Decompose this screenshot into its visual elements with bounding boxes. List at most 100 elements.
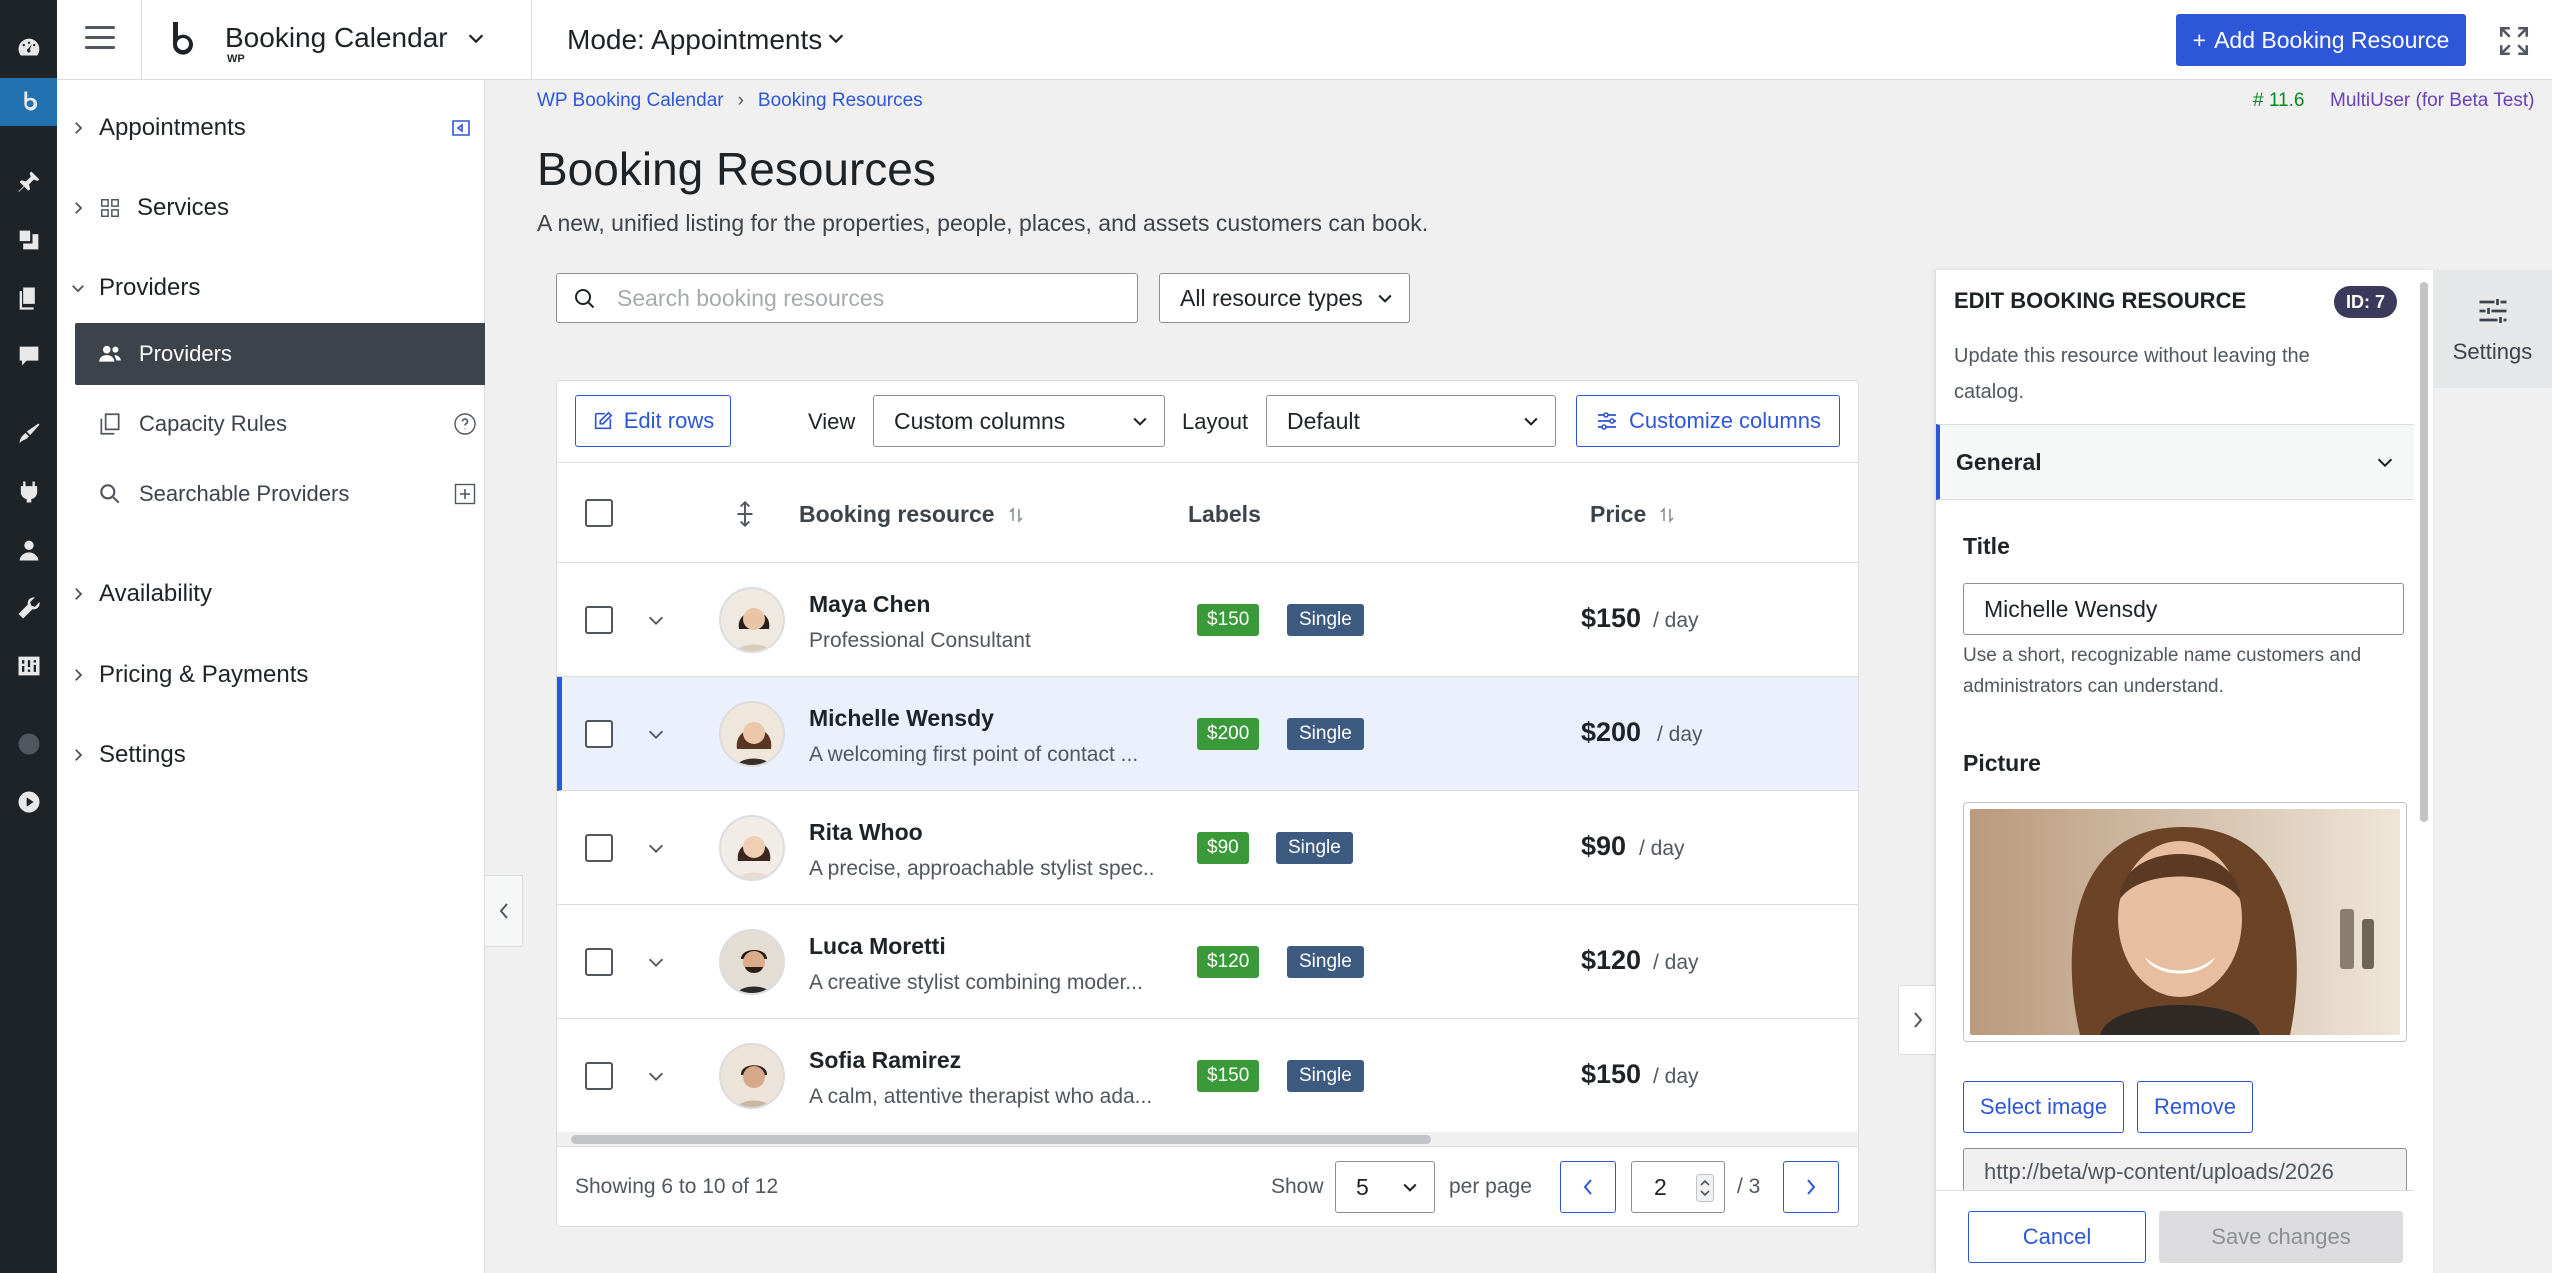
table-row[interactable]: Luca Moretti A creative stylist combinin… bbox=[557, 905, 1858, 1019]
sidebar-item-providers[interactable]: Providers bbox=[75, 323, 485, 385]
version-label: # 11.6 bbox=[2253, 90, 2305, 111]
breadcrumb-root-link[interactable]: WP Booking Calendar bbox=[537, 90, 724, 112]
per-page-select[interactable]: 5 bbox=[1335, 1161, 1435, 1213]
horizontal-scrollbar[interactable] bbox=[557, 1132, 1858, 1146]
sidebar-group-settings[interactable]: Settings bbox=[57, 725, 485, 785]
collapse-sidebar-icon[interactable] bbox=[449, 116, 473, 140]
brand-chevron-down-icon[interactable] bbox=[465, 27, 487, 49]
pin-icon[interactable] bbox=[0, 158, 57, 206]
chevron-down-icon[interactable] bbox=[645, 609, 667, 631]
row-checkbox[interactable] bbox=[585, 948, 613, 976]
resource-description: A precise, approachable stylist spec... bbox=[809, 857, 1154, 880]
chevron-right-icon bbox=[75, 122, 83, 134]
resource-name[interactable]: Rita Whoo bbox=[809, 819, 923, 846]
copy-icon bbox=[100, 413, 120, 435]
remove-image-button[interactable]: Remove bbox=[2137, 1081, 2253, 1133]
table-row[interactable]: Rita Whoo A precise, approachable stylis… bbox=[557, 791, 1858, 905]
tools-icon[interactable] bbox=[0, 584, 57, 632]
row-checkbox[interactable] bbox=[585, 720, 613, 748]
title-field[interactable] bbox=[1963, 583, 2404, 635]
appearance-icon[interactable] bbox=[0, 410, 57, 458]
sidebar-collapse-toggle[interactable] bbox=[485, 875, 523, 947]
add-icon[interactable] bbox=[453, 482, 477, 506]
previous-page-button[interactable] bbox=[1560, 1161, 1616, 1213]
resource-name[interactable]: Luca Moretti bbox=[809, 933, 946, 960]
stepper-icon[interactable] bbox=[1696, 1174, 1714, 1202]
mode-chevron-down-icon[interactable] bbox=[825, 27, 847, 49]
image-url-field[interactable]: http://beta/wp-content/uploads/2026 bbox=[1963, 1148, 2407, 1194]
next-page-button[interactable] bbox=[1783, 1161, 1839, 1213]
mode-selector[interactable]: Mode: Appointments bbox=[567, 24, 822, 56]
general-section-toggle[interactable]: General bbox=[1936, 424, 2414, 500]
comments-icon[interactable] bbox=[0, 332, 57, 380]
help-icon[interactable] bbox=[453, 412, 477, 436]
chevron-right-icon bbox=[75, 669, 83, 681]
media-icon[interactable] bbox=[0, 216, 57, 264]
select-image-button[interactable]: Select image bbox=[1963, 1081, 2124, 1133]
panel-collapse-toggle[interactable] bbox=[1898, 985, 1936, 1055]
row-checkbox[interactable] bbox=[585, 606, 613, 634]
type-badge: Single bbox=[1287, 946, 1364, 978]
panel-scrollbar[interactable] bbox=[2420, 282, 2428, 822]
type-badge: Single bbox=[1287, 718, 1364, 750]
sidebar-group-providers[interactable]: Providers bbox=[57, 258, 485, 318]
add-booking-resource-button[interactable]: + Add Booking Resource bbox=[2176, 14, 2466, 66]
table-row[interactable]: Maya Chen Professional Consultant $150 S… bbox=[557, 563, 1858, 677]
price-value: $150 bbox=[1581, 1059, 1642, 1089]
table-row[interactable]: Michelle Wensdy A welcoming first point … bbox=[557, 677, 1858, 791]
sidebar-group-pricing[interactable]: Pricing & Payments bbox=[57, 645, 485, 705]
fullscreen-icon[interactable] bbox=[2497, 24, 2531, 58]
resource-name[interactable]: Sofia Ramirez bbox=[809, 1047, 961, 1074]
search-input[interactable] bbox=[617, 282, 1117, 314]
column-header-resource[interactable]: Booking resource bbox=[799, 501, 1025, 528]
chevron-down-icon[interactable] bbox=[645, 951, 667, 973]
globe-icon[interactable] bbox=[0, 720, 57, 768]
sidebar-group-appointments[interactable]: Appointments bbox=[57, 98, 485, 158]
chevron-down-icon[interactable] bbox=[645, 1065, 667, 1087]
save-changes-button[interactable]: Save changes bbox=[2159, 1211, 2403, 1263]
page-title: Booking Resources bbox=[537, 143, 936, 195]
sidebar-group-availability[interactable]: Availability bbox=[57, 564, 485, 624]
page-number-input[interactable]: 2 bbox=[1631, 1161, 1725, 1213]
select-all-checkbox[interactable] bbox=[585, 499, 613, 527]
resource-description: A calm, attentive therapist who ada... bbox=[809, 1085, 1153, 1108]
layout-select[interactable]: Default bbox=[1266, 395, 1556, 447]
users-icon[interactable] bbox=[0, 526, 57, 574]
settings-sliders-icon[interactable] bbox=[0, 642, 57, 690]
price-value: $200 bbox=[1581, 717, 1642, 747]
play-icon[interactable] bbox=[0, 778, 57, 826]
sidebar-group-services[interactable]: Services bbox=[57, 178, 485, 238]
breadcrumb-current-link[interactable]: Booking Resources bbox=[758, 90, 923, 112]
table-toolbar: Edit rows View Custom columns Layout Def… bbox=[557, 381, 1858, 463]
booking-calendar-icon[interactable] bbox=[0, 78, 57, 126]
edit-rows-button[interactable]: Edit rows bbox=[575, 395, 731, 447]
view-select[interactable]: Custom columns bbox=[873, 395, 1165, 447]
chevron-down-icon[interactable] bbox=[645, 837, 667, 859]
view-label: View bbox=[808, 409, 856, 434]
customize-columns-button[interactable]: Customize columns bbox=[1576, 395, 1840, 447]
picture-label: Picture bbox=[1963, 750, 2041, 776]
dashboard-icon[interactable] bbox=[0, 24, 57, 72]
resource-name[interactable]: Maya Chen bbox=[809, 591, 930, 618]
panel-subtitle: Update this resource without leaving the… bbox=[1954, 345, 2310, 403]
scrollbar-thumb[interactable] bbox=[571, 1135, 1431, 1144]
cancel-button[interactable]: Cancel bbox=[1968, 1211, 2146, 1263]
table-row[interactable]: Sofia Ramirez A calm, attentive therapis… bbox=[557, 1019, 1858, 1133]
menu-icon[interactable] bbox=[85, 26, 115, 52]
row-checkbox[interactable] bbox=[585, 834, 613, 862]
sidebar-item-searchable-providers[interactable]: Searchable Providers bbox=[75, 463, 485, 525]
sidebar-item-capacity-rules[interactable]: Capacity Rules bbox=[75, 393, 485, 455]
settings-tab[interactable]: Settings bbox=[2433, 270, 2552, 388]
brand-name[interactable]: Booking Calendar bbox=[225, 22, 448, 54]
chevron-down-icon[interactable] bbox=[645, 723, 667, 745]
column-header-price[interactable]: Price bbox=[1590, 501, 1676, 528]
price-unit: / day bbox=[1653, 951, 1699, 974]
row-checkbox[interactable] bbox=[585, 1062, 613, 1090]
edition-link[interactable]: MultiUser (for Beta Test) bbox=[2330, 90, 2534, 112]
type-badge: Single bbox=[1287, 1060, 1364, 1092]
resource-name[interactable]: Michelle Wensdy bbox=[809, 705, 994, 732]
plugins-icon[interactable] bbox=[0, 468, 57, 516]
reorder-icon[interactable] bbox=[732, 499, 758, 529]
resource-type-select[interactable]: All resource types bbox=[1159, 273, 1410, 323]
pages-icon[interactable] bbox=[0, 274, 57, 322]
